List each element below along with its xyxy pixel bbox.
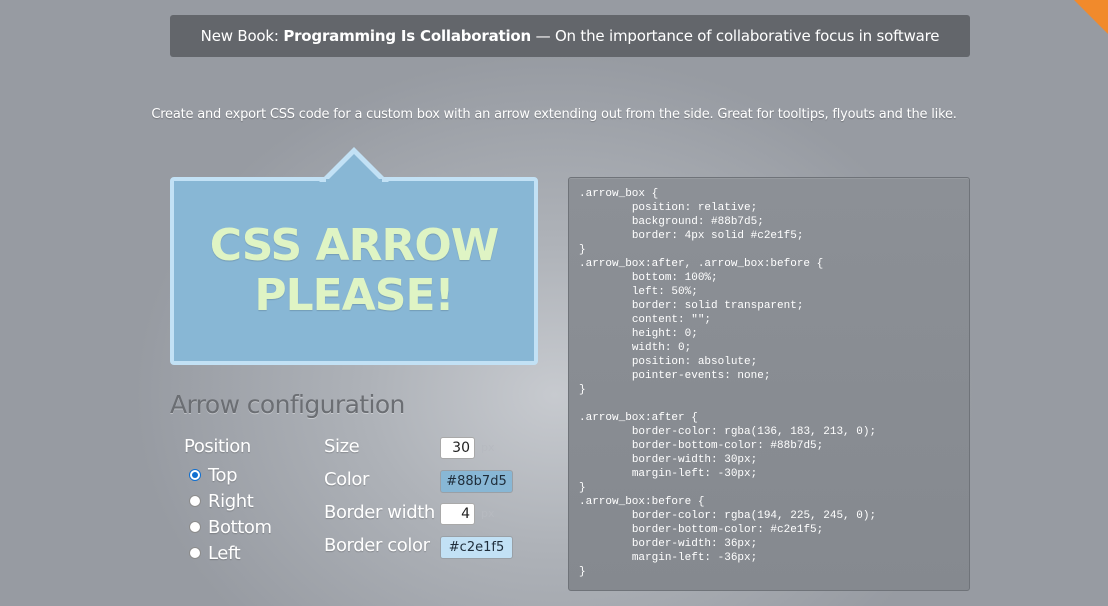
css-code[interactable]: .arrow_box { position: relative; backgro… [579,187,876,579]
radio-bottom-label[interactable]: Bottom [208,517,272,538]
position-label: Position [184,436,251,457]
banner-prefix: New Book: [200,27,284,45]
border-width-label: Border width [324,502,435,523]
position-option-right[interactable]: Right [189,488,272,514]
border-width-input[interactable]: 4 [440,503,475,525]
size-input[interactable]: 30 [440,437,475,459]
book-banner[interactable]: New Book: Programming Is Collaboration —… [170,15,970,57]
radio-bottom[interactable] [189,521,201,533]
color-input[interactable]: #88b7d5 [440,470,513,493]
preview-text: CSS ARROW PLEASE! [209,220,500,321]
size-label: Size [324,436,360,457]
config-title: Arrow configuration [170,390,405,419]
banner-book-title[interactable]: Programming Is Collaboration [283,27,531,45]
border-width-unit: px [481,507,495,520]
radio-right-label[interactable]: Right [208,491,254,512]
corner-ribbon[interactable] [1074,0,1108,34]
arrow-box-preview: CSS ARROW PLEASE! [170,146,538,366]
position-radio-group: Top Right Bottom Left [189,462,272,566]
preview-box: CSS ARROW PLEASE! [170,177,538,365]
radio-top-label[interactable]: Top [208,465,238,486]
position-option-left[interactable]: Left [189,540,272,566]
intro-text: Create and export CSS code for a custom … [151,107,957,122]
banner-suffix: — On the importance of collaborative foc… [531,27,940,45]
radio-left-label[interactable]: Left [208,543,241,564]
position-option-bottom[interactable]: Bottom [189,514,272,540]
radio-left[interactable] [189,547,201,559]
radio-top[interactable] [189,469,201,481]
border-color-label: Border color [324,535,430,556]
preview-arrow [319,147,389,185]
radio-right[interactable] [189,495,201,507]
color-label: Color [324,469,369,490]
css-code-panel[interactable]: .arrow_box { position: relative; backgro… [568,177,970,591]
border-color-input[interactable]: #c2e1f5 [440,536,513,559]
size-unit: px [481,441,495,454]
position-option-top[interactable]: Top [189,462,272,488]
